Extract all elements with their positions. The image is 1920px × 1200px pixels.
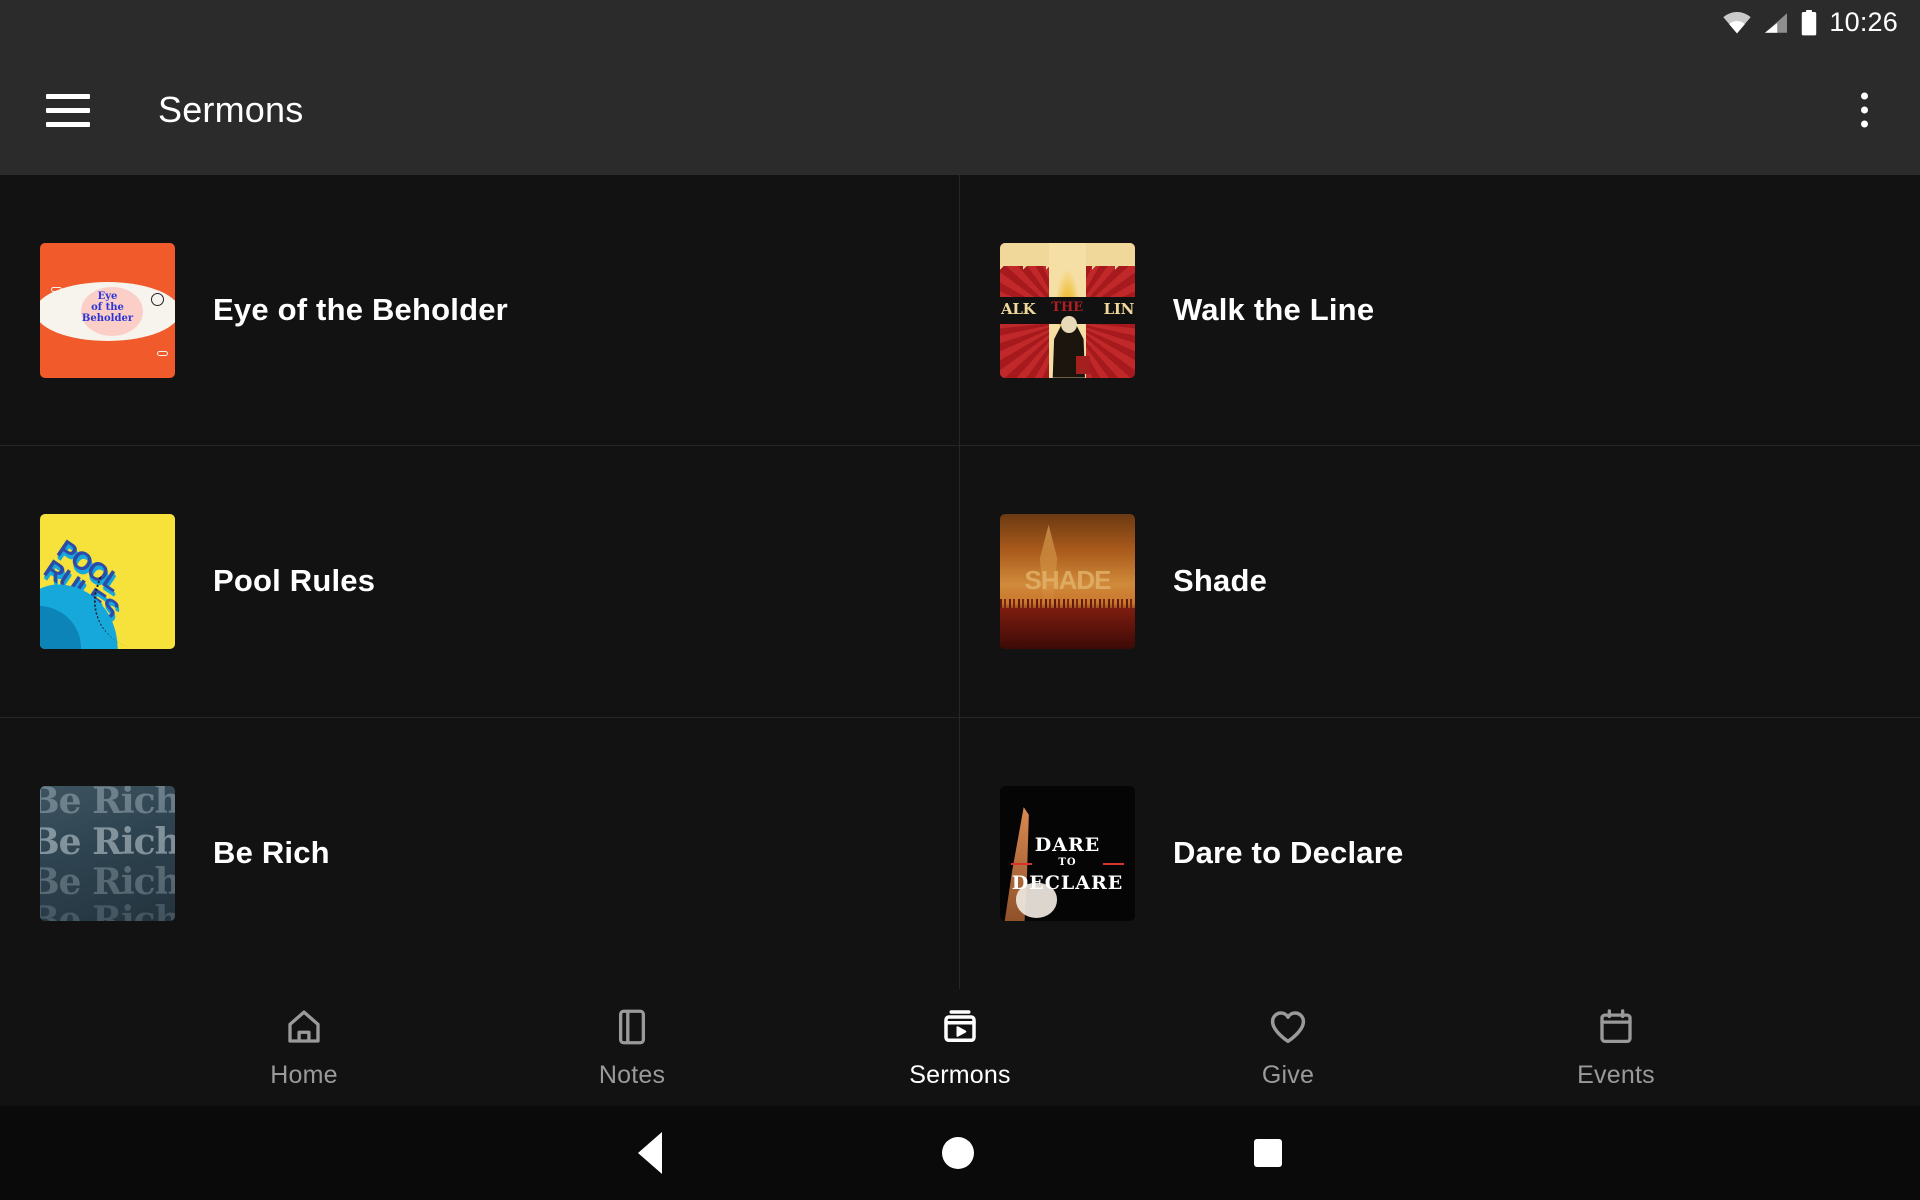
dare-to-declare-artwork: DARE TO DECLARE	[1000, 785, 1135, 921]
nav-item-events[interactable]: Events	[1556, 1006, 1676, 1090]
artwork-text-line: LIN	[1103, 300, 1135, 319]
nav-label: Notes	[598, 1060, 666, 1089]
list-item-title: Be Rich	[213, 835, 330, 871]
heart-icon	[1267, 1006, 1309, 1048]
be-rich-artwork: Be Rich Be Rich Be Be Rich Be Rich Be Be…	[40, 785, 175, 921]
list-item[interactable]: Be Rich Be Rich Be Be Rich Be Rich Be Be…	[0, 717, 960, 989]
pool-rules-artwork: POOL RULES	[40, 513, 175, 649]
nav-item-give[interactable]: Give	[1228, 1006, 1348, 1090]
artwork-text-line: of the	[91, 302, 124, 314]
artwork-text-line: THE	[1051, 300, 1084, 316]
nav-label: Events	[1577, 1060, 1655, 1089]
artwork-text-line: Beholder	[81, 313, 134, 325]
hamburger-menu-icon[interactable]	[46, 93, 90, 127]
page-title: Sermons	[158, 89, 304, 130]
app-bar: Sermons	[0, 45, 1920, 175]
list-item-title: Shade	[1173, 563, 1268, 599]
bottom-navigation-bar: Home Notes Sermons Give Events	[0, 989, 1920, 1106]
system-home-icon[interactable]	[942, 1137, 974, 1169]
overflow-menu-icon[interactable]	[1853, 85, 1876, 136]
list-item-title: Pool Rules	[213, 563, 376, 599]
walk-the-line-artwork: ALK THE LIN	[1000, 242, 1135, 378]
nav-label: Home	[270, 1060, 338, 1089]
eye-of-the-beholder-artwork: Eye of the Beholder	[40, 242, 175, 378]
status-bar-clock: 10:26	[1829, 7, 1898, 37]
calendar-icon	[1595, 1006, 1637, 1048]
cell-signal-icon	[1763, 12, 1789, 34]
home-icon	[283, 1006, 325, 1048]
artwork-text-line: Be Rich Be Rich Be	[40, 899, 175, 921]
artwork-text-line: ALK	[1001, 300, 1036, 319]
notebook-icon	[611, 1006, 653, 1048]
artwork-text-line: Be Rich Be Rich Be	[40, 861, 175, 904]
nav-item-notes[interactable]: Notes	[572, 1006, 692, 1090]
artwork-text-line: DECLARE	[1011, 872, 1124, 895]
system-back-icon[interactable]	[638, 1132, 662, 1174]
list-item-title: Eye of the Beholder	[213, 292, 508, 328]
list-item[interactable]: POOL RULES Pool Rules	[0, 446, 960, 718]
nav-item-sermons[interactable]: Sermons	[900, 1006, 1020, 1090]
artwork-text-line: Be Rich Be Rich Be	[40, 785, 175, 823]
system-recents-icon[interactable]	[1254, 1139, 1282, 1167]
list-item-title: Dare to Declare	[1173, 835, 1404, 871]
status-bar: 10:26	[0, 0, 1920, 45]
sermon-series-grid: Eye of the Beholder Eye of the Beholder	[0, 175, 1920, 989]
artwork-text-line: SHADE	[1024, 565, 1111, 596]
nav-label: Give	[1261, 1060, 1315, 1089]
app-root: 10:26 Sermons Eye of the Beholder Eye of…	[0, 0, 1920, 1200]
battery-icon	[1800, 9, 1818, 36]
nav-label: Sermons	[909, 1060, 1011, 1089]
artwork-text-line: Be Rich Be Rich Be	[40, 820, 175, 863]
list-item[interactable]: DARE TO DECLARE Dare to Declare	[960, 718, 1920, 989]
list-item-title: Walk the Line	[1173, 292, 1375, 328]
video-library-icon	[939, 1006, 981, 1048]
shade-artwork: SHADE	[1000, 513, 1135, 649]
list-item[interactable]: Eye of the Beholder Eye of the Beholder	[0, 175, 960, 447]
list-item[interactable]: ALK THE LIN Walk the Line	[960, 175, 1920, 447]
artwork-text-line: DARE	[1034, 834, 1101, 857]
artwork-text-line: Eye	[97, 291, 118, 303]
wifi-icon	[1722, 11, 1752, 34]
list-item[interactable]: SHADE Shade	[960, 446, 1920, 718]
system-navigation-bar	[0, 1106, 1920, 1200]
nav-item-home[interactable]: Home	[244, 1006, 364, 1090]
